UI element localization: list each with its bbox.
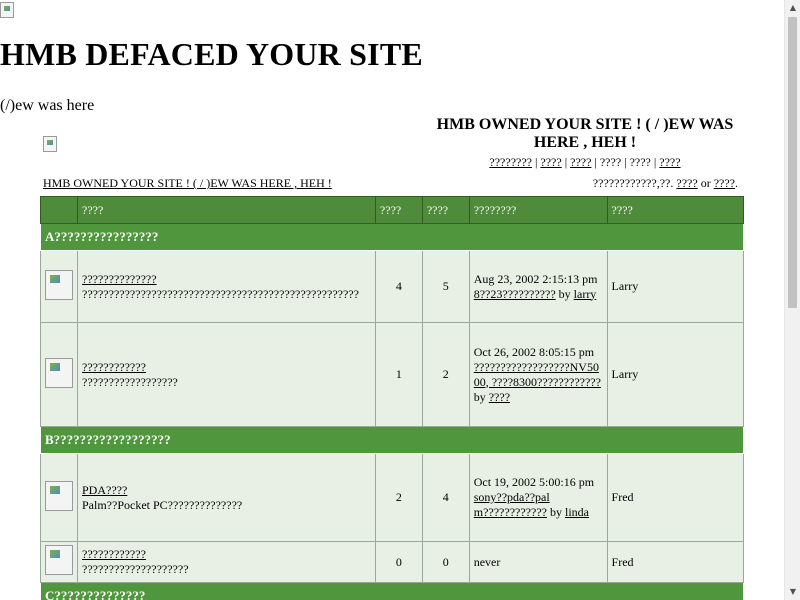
moderator: Fred <box>606 541 745 583</box>
table-row: ???????????? ?????????????????? 1 2 Oct … <box>40 322 745 427</box>
scroll-down-icon[interactable]: ▼ <box>785 584 800 600</box>
nav-link-2[interactable]: ???? <box>540 155 561 169</box>
login-suffix: . <box>735 176 738 190</box>
scrollbar-thumb[interactable] <box>788 17 797 308</box>
posts-count: 0 <box>421 541 470 583</box>
table-row: ???????????? ???????????????????? 0 0 ne… <box>40 541 745 583</box>
forum-description: Palm??Pocket PC?????????????? <box>82 497 243 512</box>
last-post-cell: Oct 26, 2002 8:05:15 pm ????????????????… <box>468 322 608 427</box>
last-post-user[interactable]: ???? <box>489 390 510 404</box>
last-post-date: Oct 19, 2002 5:00:16 pm <box>473 475 595 489</box>
forum-status-icon <box>45 545 73 575</box>
breadcrumb: HMB OWNED YOUR SITE ! ( / )EW WAS HERE ,… <box>43 176 332 191</box>
forum-link[interactable]: PDA???? <box>82 483 127 497</box>
table-row: PDA???? Palm??Pocket PC?????????????? 2 … <box>40 453 745 542</box>
subheading: (/)ew was here <box>0 97 95 114</box>
forum-cell: ???????????? ?????????????????? <box>77 322 376 427</box>
category-name[interactable]: C?????????????? <box>40 582 744 600</box>
breadcrumb-link[interactable]: HMB OWNED YOUR SITE ! ( / )EW WAS HERE ,… <box>43 176 332 190</box>
last-post-cell: Aug 23, 2002 2:15:13 pm 8??23?????????? … <box>468 250 608 323</box>
last-post-user[interactable]: larry <box>574 287 597 301</box>
header-moderator: ???? <box>606 196 745 224</box>
table-row: ?????????????? ?????????????????????????… <box>40 250 745 323</box>
last-post-cell: Oct 19, 2002 5:00:16 pm sony??pda??palm?… <box>468 453 608 542</box>
last-post-link[interactable]: 8??23?????????? <box>474 287 556 301</box>
forum-cell: PDA???? Palm??Pocket PC?????????????? <box>77 453 376 542</box>
login-prompt: ????????????,??. ???? or ????. <box>593 176 738 191</box>
logo-image-icon <box>43 136 57 152</box>
posts-count: 5 <box>421 250 470 323</box>
moderator: Larry <box>606 250 745 323</box>
forum-status-icon <box>45 269 73 300</box>
last-post-by: by <box>546 505 565 519</box>
last-post-link[interactable]: ??????????????????NV5000, ????8300??????… <box>474 360 601 389</box>
login-link[interactable]: ???? <box>676 176 697 190</box>
nav-text-5: ???? <box>629 155 651 169</box>
table-header-row: ???? ???? ???? ???????? ???? <box>40 196 745 224</box>
topics-count: 0 <box>374 541 423 583</box>
last-post-cell: never <box>468 541 608 583</box>
forum-description: ???????????????????? <box>82 562 189 576</box>
forum-status-icon <box>45 480 73 511</box>
category-row: C?????????????? <box>40 582 744 600</box>
page-title: HMB DEFACED YOUR SITE <box>0 36 423 72</box>
scroll-up-icon[interactable]: ▲ <box>785 0 800 16</box>
moderator: Fred <box>606 453 745 542</box>
forum-table: ???? ???? ???? ???????? ???? A??????????… <box>40 196 745 600</box>
forum-status-icon <box>45 357 73 388</box>
moderator: Larry <box>606 322 745 427</box>
last-post-user[interactable]: linda <box>565 505 589 519</box>
top-nav: ???????? | ???? | ???? | ???? | ???? | ?… <box>489 155 681 169</box>
category-name[interactable]: B?????????????????? <box>40 426 744 454</box>
broken-image-icon <box>0 2 14 18</box>
forum-cell: ?????????????? ?????????????????????????… <box>77 250 376 323</box>
forum-icon-cell <box>40 322 78 427</box>
posts-count: 4 <box>421 453 470 542</box>
forum-cell: ???????????? ???????????????????? <box>77 541 376 583</box>
posts-count: 2 <box>421 322 470 427</box>
forum-link[interactable]: ?????????????? <box>82 272 157 286</box>
header-topics: ???? <box>374 196 423 224</box>
last-post-by: by <box>555 286 574 301</box>
last-post-date: Oct 26, 2002 8:05:15 pm <box>473 344 595 359</box>
banner-title: HMB OWNED YOUR SITE ! ( / )EW WAS HERE ,… <box>436 116 734 151</box>
header-last-post: ???????? <box>468 196 608 224</box>
last-post-date: never <box>473 554 501 569</box>
nav-link-1[interactable]: ???????? <box>489 155 532 169</box>
register-link[interactable]: ???? <box>714 176 735 190</box>
category-name[interactable]: A???????????????? <box>40 223 744 251</box>
page: HMB DEFACED YOUR SITE (/)ew was here HMB… <box>0 0 784 600</box>
topics-count: 4 <box>374 250 423 323</box>
forum-description: ?????????????????? <box>82 374 178 389</box>
nav-link-3[interactable]: ???? <box>570 155 591 169</box>
header-posts: ???? <box>421 196 470 224</box>
last-post-link[interactable]: sony??pda??palm???????????? <box>474 490 550 519</box>
last-post-date: Aug 23, 2002 2:15:13 pm <box>473 271 598 286</box>
last-post-by: by <box>473 389 489 404</box>
topics-count: 1 <box>374 322 423 427</box>
login-or: or <box>697 176 714 190</box>
header-icon <box>40 196 78 224</box>
nav-link-6[interactable]: ???? <box>659 155 680 169</box>
topics-count: 2 <box>374 453 423 542</box>
forum-icon-cell <box>40 541 78 583</box>
category-row: A???????????????? <box>40 223 744 251</box>
login-prefix: ????????????,??. <box>592 176 677 190</box>
forum-description: ????????????????????????????????????????… <box>82 286 359 301</box>
banner: HMB OWNED YOUR SITE ! ( / )EW WAS HERE ,… <box>432 116 738 170</box>
header-forum: ???? <box>77 196 376 224</box>
vertical-scrollbar[interactable]: ▲ ▼ <box>784 0 800 600</box>
forum-link[interactable]: ???????????? <box>82 360 146 374</box>
forum-icon-cell <box>40 453 78 542</box>
forum-link[interactable]: ???????????? <box>82 547 146 561</box>
category-row: B?????????????????? <box>40 426 744 454</box>
forum-icon-cell <box>40 250 78 323</box>
nav-text-4: ???? <box>599 155 622 169</box>
